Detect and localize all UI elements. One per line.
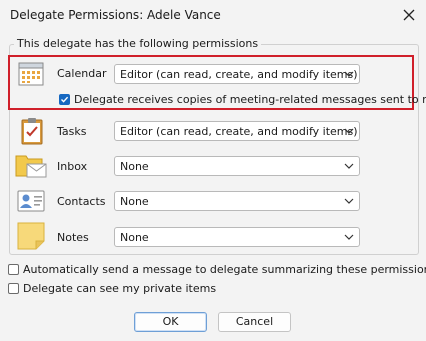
calendar-permission-value: Editor (can read, create, and modify ite… (120, 68, 358, 81)
cancel-button[interactable]: Cancel (218, 312, 291, 332)
window-title: Delegate Permissions: Adele Vance (10, 8, 221, 22)
private-items-checkbox[interactable] (8, 283, 19, 294)
chevron-down-icon (344, 163, 354, 169)
calendar-permission-select[interactable]: Editor (can read, create, and modify ite… (114, 64, 360, 84)
inbox-permission-select[interactable]: None (114, 156, 360, 176)
close-icon (403, 9, 415, 21)
tasks-permission-value: Editor (can read, create, and modify ite… (120, 125, 358, 138)
tasks-label: Tasks (57, 125, 87, 138)
chevron-down-icon (344, 71, 354, 77)
inbox-permission-value: None (120, 160, 149, 173)
auto-send-summary-label: Automatically send a message to delegate… (23, 263, 426, 276)
private-items-label: Delegate can see my private items (23, 282, 217, 295)
inbox-label: Inbox (57, 160, 88, 173)
title-bar: Delegate Permissions: Adele Vance (0, 0, 426, 30)
chevron-down-icon (344, 234, 354, 240)
checkmark-icon (61, 96, 69, 103)
auto-send-summary-checkbox[interactable] (8, 264, 19, 275)
meeting-copies-label: Delegate receives copies of meeting-rela… (74, 93, 426, 106)
tasks-clipboard-icon (21, 118, 43, 145)
notes-permission-value: None (120, 231, 149, 244)
notes-label: Notes (57, 231, 89, 244)
tasks-permission-select[interactable]: Editor (can read, create, and modify ite… (114, 121, 360, 141)
chevron-down-icon (344, 198, 354, 204)
inbox-folder-envelope-icon (15, 155, 47, 178)
calendar-label: Calendar (57, 67, 107, 80)
meeting-copies-checkbox[interactable] (59, 94, 70, 105)
contacts-label: Contacts (57, 195, 106, 208)
contacts-permission-select[interactable]: None (114, 191, 360, 211)
close-button[interactable] (396, 2, 422, 28)
permissions-group-title: This delegate has the following permissi… (14, 37, 262, 50)
contacts-permission-value: None (120, 195, 149, 208)
notes-permission-select[interactable]: None (114, 227, 360, 247)
contact-card-icon (17, 190, 45, 212)
chevron-down-icon (344, 128, 354, 134)
calendar-icon (18, 62, 44, 86)
ok-button[interactable]: OK (134, 312, 207, 332)
sticky-note-icon (17, 222, 45, 250)
